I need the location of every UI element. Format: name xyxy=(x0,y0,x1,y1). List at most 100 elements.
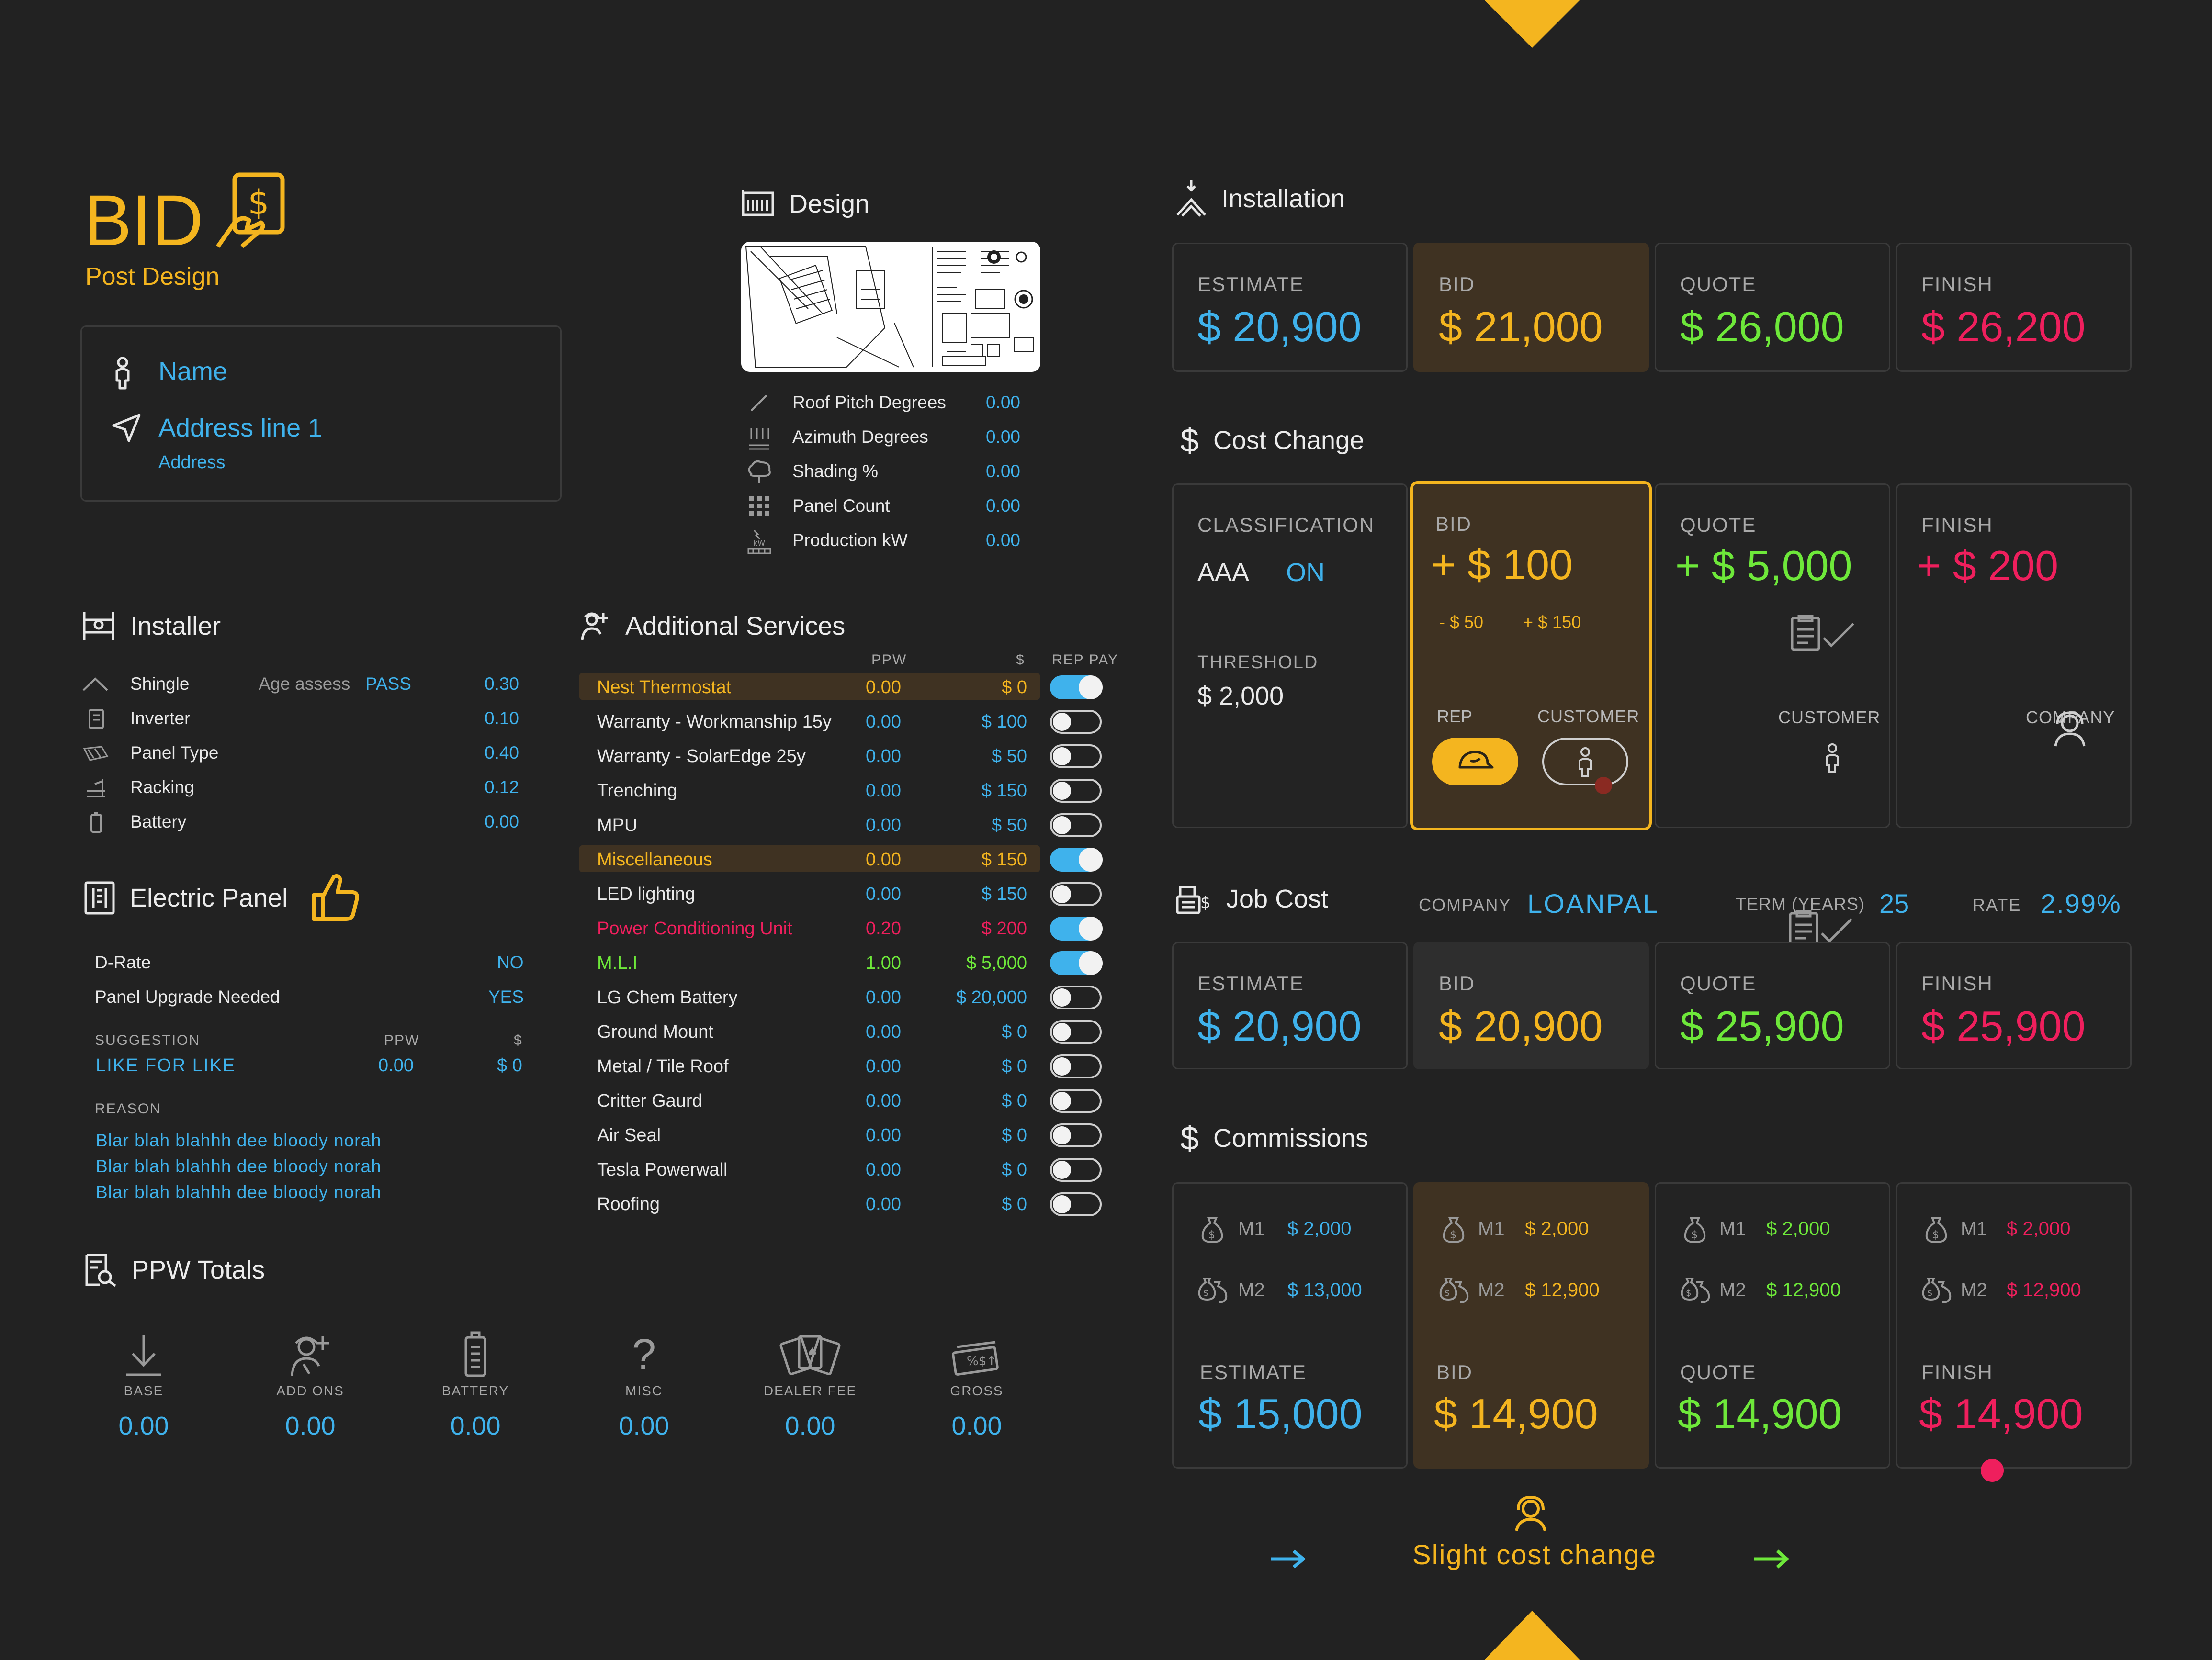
classification-status[interactable]: ON xyxy=(1286,558,1325,587)
money-bag-icon: $ xyxy=(1201,1217,1223,1243)
installer-row[interactable]: Inverter 0.10 xyxy=(81,705,531,733)
rep-pay-toggle[interactable] xyxy=(1050,951,1103,975)
pitch-icon xyxy=(750,394,767,412)
card-value: $ 20,900 xyxy=(1439,1002,1603,1050)
installation-card-estimate[interactable]: ESTIMATE $ 20,900 xyxy=(1172,243,1408,372)
job-card-bid[interactable]: BID $ 20,900 xyxy=(1413,942,1649,1069)
svg-text:$: $ xyxy=(1200,893,1211,912)
cap-icon xyxy=(1458,751,1494,769)
toggle-knob xyxy=(1053,1092,1071,1110)
ppw-total-item: ? MISC 0.00 xyxy=(596,1331,692,1455)
card-label: ESTIMATE xyxy=(1197,972,1304,995)
commissions-header: $ Commissions xyxy=(1180,1119,1368,1157)
design-drawing-thumbnail[interactable] xyxy=(741,242,1040,372)
thumbs-up-icon[interactable] xyxy=(309,871,361,924)
card-label: ESTIMATE xyxy=(1197,273,1304,295)
rep-pay-toggle[interactable] xyxy=(1050,1054,1102,1078)
job-card-estimate[interactable]: ESTIMATE $ 20,900 xyxy=(1172,942,1408,1069)
suggestion-label: SUGGESTION xyxy=(95,1032,201,1048)
design-param-label: Panel Count xyxy=(792,496,890,516)
installation-card-quote[interactable]: QUOTE $ 26,000 xyxy=(1655,243,1890,372)
ppw-total-value: 0.00 xyxy=(450,1412,501,1440)
service-item-ppw: 0.00 xyxy=(866,712,901,732)
rep-pay-toggle[interactable] xyxy=(1050,848,1103,872)
job-card-finish[interactable]: FINISH $ 25,900 xyxy=(1896,942,2132,1069)
threshold-label: THRESHOLD xyxy=(1197,652,1319,673)
term-value[interactable]: 25 xyxy=(1879,888,1909,919)
design-param-label: Production kW xyxy=(792,530,908,550)
person-icon xyxy=(1826,743,1839,773)
bottom-chevron-icon[interactable] xyxy=(1484,1611,1580,1660)
top-chevron-icon[interactable] xyxy=(1484,0,1580,48)
cost-card-bid[interactable]: BID + $ 100 - $ 50 + $ 150 REP CUSTOMER xyxy=(1410,481,1652,830)
rep-pay-toggle[interactable] xyxy=(1050,1020,1102,1044)
toggle-knob xyxy=(1053,816,1071,834)
commission-card-estimate[interactable]: $ M1 $ 2,000 $ M2 $ 13,000 ESTIMATE $ 15… xyxy=(1172,1182,1408,1469)
job-card-quote[interactable]: QUOTE $ 25,900 xyxy=(1655,942,1890,1069)
service-item-cost: $ 100 xyxy=(981,712,1027,732)
cost-card-quote[interactable]: QUOTE + $ 5,000 CUSTOMER xyxy=(1655,483,1890,828)
rep-pay-button[interactable] xyxy=(1432,738,1518,785)
page-title: BID xyxy=(84,180,204,260)
commission-card-bid[interactable]: $ M1 $ 2,000 $ M2 $ 12,900 BID $ 14,900 xyxy=(1413,1182,1649,1469)
installer-row[interactable]: Battery 0.00 xyxy=(81,808,531,837)
rep-pay-toggle[interactable] xyxy=(1050,1158,1102,1182)
ppw-total-item: BATTERY 0.00 xyxy=(428,1331,523,1455)
rep-pay-toggle[interactable] xyxy=(1050,779,1102,803)
commission-card-quote[interactable]: $ M1 $ 2,000 $ M2 $ 12,900 QUOTE $ 14,90… xyxy=(1655,1182,1890,1469)
service-item-cost: $ 0 xyxy=(1002,1125,1027,1145)
rep-pay-toggle[interactable] xyxy=(1050,813,1102,837)
d-rate-value[interactable]: NO xyxy=(497,953,524,973)
arrow-right-blue-icon[interactable] xyxy=(1269,1547,1307,1571)
bid-plus: + $ 150 xyxy=(1523,612,1581,632)
customer-address-line[interactable]: Address line 1 xyxy=(158,413,322,443)
installer-item-label: Panel Type xyxy=(130,743,219,763)
m2-value: $ 12,900 xyxy=(2007,1279,2081,1301)
commission-card-finish[interactable]: $ M1 $ 2,000 $ M2 $ 12,900 FINISH $ 14,9… xyxy=(1896,1182,2132,1469)
cost-change-header: $ Cost Change xyxy=(1180,421,1364,460)
rep-pay-toggle[interactable] xyxy=(1050,986,1102,1009)
rep-pay-toggle[interactable] xyxy=(1050,710,1102,734)
cost-change-title: Cost Change xyxy=(1213,426,1365,455)
reason-label: REASON xyxy=(95,1101,161,1117)
cost-card-classification[interactable]: CLASSIFICATION AAA ON THRESHOLD $ 2,000 xyxy=(1172,483,1408,828)
customer-name[interactable]: Name xyxy=(158,357,227,386)
installer-header: Installer xyxy=(81,610,221,642)
svg-text:♠: ♠ xyxy=(807,1346,818,1360)
rep-pay-toggle[interactable] xyxy=(1050,1089,1102,1113)
installer-row[interactable]: Shingle Age assess PASS 0.30 xyxy=(81,670,531,699)
service-item-label: Roofing xyxy=(597,1194,660,1214)
installer-row[interactable]: Panel Type 0.40 xyxy=(81,739,531,768)
rep-pay-toggle[interactable] xyxy=(1050,917,1103,941)
svg-text:$: $ xyxy=(1686,1288,1691,1298)
col-rep-pay-label: REP PAY xyxy=(1052,652,1119,668)
rep-pay-toggle[interactable] xyxy=(1050,882,1102,906)
customer-label: CUSTOMER xyxy=(1537,707,1640,726)
service-item-ppw: 0.00 xyxy=(866,781,901,801)
arrow-right-green-icon[interactable] xyxy=(1752,1547,1791,1571)
cost-card-finish[interactable]: FINISH + $ 200 COMPANY xyxy=(1896,483,2132,828)
installation-card-bid[interactable]: BID $ 21,000 xyxy=(1413,243,1649,372)
customer-pay-button[interactable] xyxy=(1542,738,1628,785)
design-header: Design xyxy=(741,189,869,219)
rep-pay-toggle[interactable] xyxy=(1050,675,1103,699)
service-item-label: MPU xyxy=(597,815,638,835)
rep-pay-toggle[interactable] xyxy=(1050,1192,1102,1216)
installation-card-finish[interactable]: FINISH $ 26,200 xyxy=(1896,243,2132,372)
question-icon: ? xyxy=(632,1331,656,1379)
rep-pay-toggle[interactable] xyxy=(1050,744,1102,768)
rep-pay-toggle[interactable] xyxy=(1050,1123,1102,1147)
svg-text:%$↑: %$↑ xyxy=(967,1354,997,1368)
card-value: $ 14,900 xyxy=(1434,1390,1598,1437)
panel-upgrade-value[interactable]: YES xyxy=(488,987,524,1007)
age-assess-label: Age assess xyxy=(259,674,350,694)
suggestion-value[interactable]: LIKE FOR LIKE xyxy=(96,1055,236,1076)
panel-upgrade-label: Panel Upgrade Needed xyxy=(95,987,280,1007)
company-value[interactable]: LOANPAL xyxy=(1527,888,1659,919)
ppw-totals-header: PPW Totals xyxy=(84,1253,265,1287)
rep-label: REP xyxy=(1437,707,1473,726)
svg-text:$: $ xyxy=(248,183,270,222)
rate-value[interactable]: 2.99% xyxy=(2041,888,2122,919)
installer-row[interactable]: Racking 0.12 xyxy=(81,774,531,802)
d-rate-label: D-Rate xyxy=(95,953,151,972)
